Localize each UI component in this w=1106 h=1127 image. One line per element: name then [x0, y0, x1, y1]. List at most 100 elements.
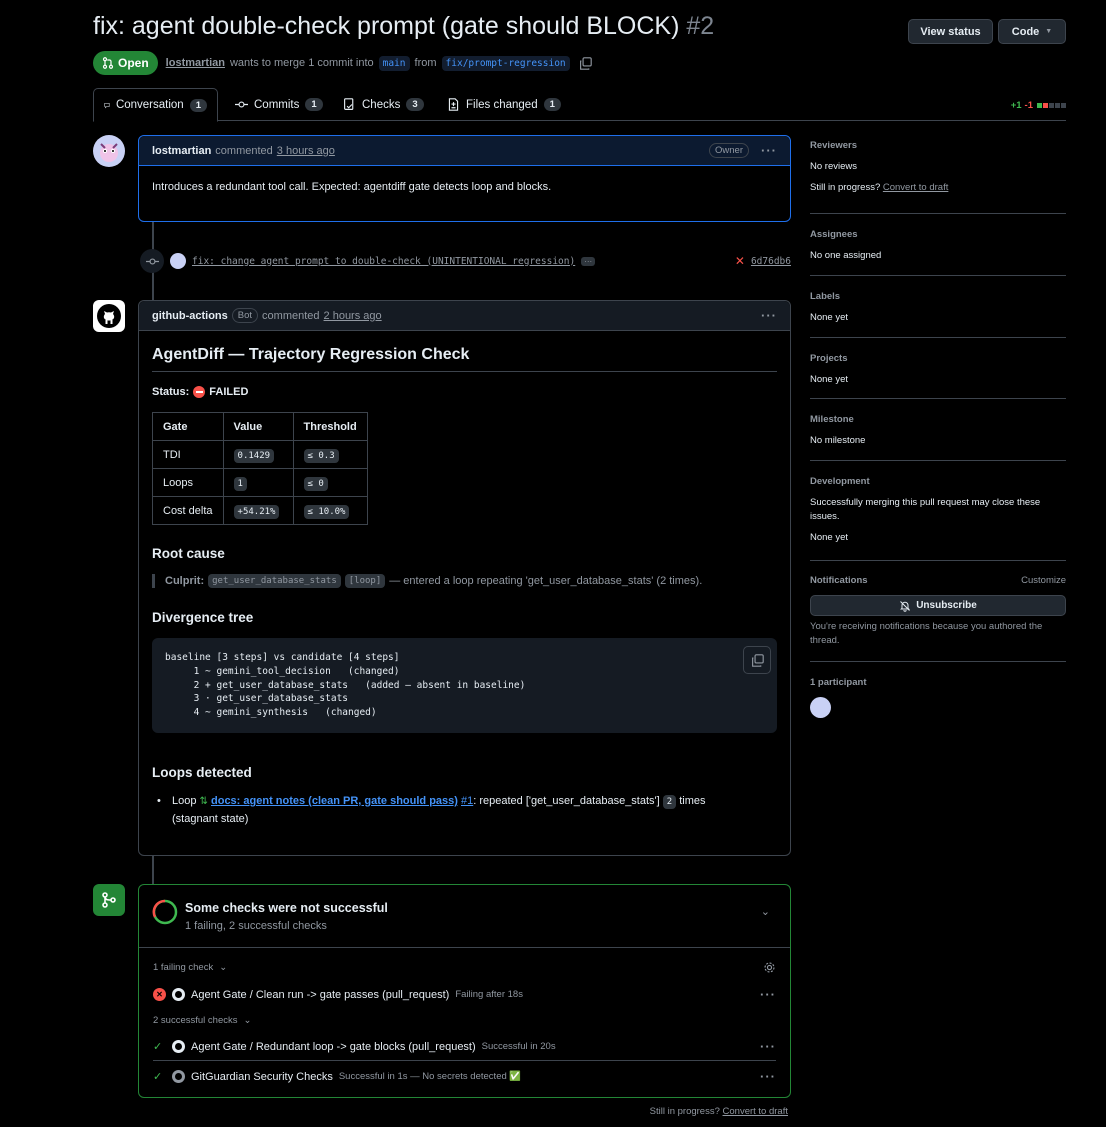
x-icon: ✕	[734, 254, 745, 268]
culprit-tag: [loop]	[344, 574, 386, 588]
status-label: Open	[118, 56, 149, 70]
base-branch[interactable]: main	[378, 55, 410, 71]
commit-sha-link[interactable]: 6d76db6	[751, 256, 791, 267]
loop-text: : repeated ['get_user_database_stats']	[473, 795, 660, 807]
table-cell: TDI	[152, 440, 224, 469]
development-heading[interactable]: Development	[810, 476, 1066, 487]
comment-time[interactable]: 2 hours ago	[324, 310, 382, 322]
view-status-button[interactable]: View status	[908, 19, 993, 44]
github-logo-icon	[97, 304, 121, 328]
table-row: TDI 0.1429 ≤ 0.3	[152, 440, 368, 469]
chevron-down-icon: ⌄	[219, 962, 228, 973]
tab-label: Files changed	[466, 98, 538, 111]
commit-node-icon	[140, 249, 164, 273]
convert-to-draft-link[interactable]: Convert to draft	[723, 1106, 788, 1117]
github-logo-icon	[172, 1040, 185, 1053]
author-link[interactable]: lostmartian	[166, 57, 225, 69]
table-cell: Loops	[152, 468, 224, 497]
table-row: Loops 1 ≤ 0	[152, 468, 368, 497]
avatar[interactable]	[170, 253, 186, 269]
reviewers-section: Reviewers No reviews Still in progress? …	[810, 140, 1066, 214]
tab-checks[interactable]: Checks 3	[333, 88, 434, 121]
commit-message-link[interactable]: fix: change agent prompt to double-check…	[192, 256, 575, 267]
table-header: Threshold	[292, 412, 368, 441]
development-value: Successfully merging this pull request m…	[810, 497, 1041, 522]
tab-count: 1	[543, 98, 561, 111]
labels-value: None yet	[810, 312, 849, 323]
bot-badge: Bot	[231, 308, 259, 323]
tab-conversation[interactable]: Conversation 1	[93, 88, 218, 122]
diff-bar	[1036, 100, 1066, 111]
assignees-heading[interactable]: Assignees	[810, 229, 1066, 240]
github-logo-icon	[172, 988, 185, 1001]
tab-commits[interactable]: Commits 1	[225, 88, 333, 121]
divergence-tree: baseline [3 steps] vs candidate [4 steps…	[165, 652, 526, 719]
comment-header: github-actions Bot commented 2 hours ago…	[139, 301, 790, 331]
comment-card: github-actions Bot commented 2 hours ago…	[138, 300, 791, 856]
reviewers-value: No reviews	[810, 161, 857, 172]
status-label: Status:	[152, 386, 190, 398]
tab-count: 1	[305, 98, 323, 111]
notifications-section: Notifications Customize Unsubscribe You'r…	[810, 575, 1066, 662]
code-block: baseline [3 steps] vs candidate [4 steps…	[152, 638, 777, 733]
development-issues: None yet	[810, 532, 849, 543]
checks-title: Some checks were not successful	[185, 901, 388, 915]
head-branch[interactable]: fix/prompt-regression	[441, 55, 570, 71]
loop-pr-number[interactable]: #1	[461, 795, 473, 807]
comment-time[interactable]: 3 hours ago	[277, 145, 335, 157]
check-item[interactable]: ✕ Agent Gate / Clean run -> gate passes (…	[153, 987, 776, 1002]
success-group-toggle[interactable]: 2 successful checks ⌄	[153, 1015, 776, 1026]
projects-section: Projects None yet	[810, 353, 1066, 399]
table-cell: ≤ 0	[303, 476, 328, 491]
group-label: 1 failing check	[153, 962, 214, 973]
copy-icon[interactable]	[579, 56, 592, 70]
table-header: Gate	[152, 412, 224, 441]
comment-author[interactable]: github-actions	[152, 310, 228, 322]
loops-heading: Loops detected	[152, 765, 252, 780]
github-actions-avatar[interactable]	[93, 300, 125, 332]
milestone-heading[interactable]: Milestone	[810, 414, 1066, 425]
table-cell: ≤ 0.3	[303, 448, 339, 463]
check-item[interactable]: ✓ GitGuardian Security Checks Successful i…	[153, 1069, 776, 1084]
checks-summary[interactable]: Some checks were not successful 1 failin…	[139, 885, 790, 948]
check-icon: ✓	[153, 1071, 163, 1083]
avatar[interactable]	[93, 135, 125, 167]
development-section: Development Successfully merging this pul…	[810, 476, 1066, 561]
table-header-row: Gate Value Threshold	[152, 412, 368, 441]
copy-button[interactable]	[743, 646, 771, 674]
footer-draft-note: Still in progress? Convert to draft	[650, 1106, 788, 1117]
status-ring-icon	[152, 899, 178, 925]
table-cell: 0.1429	[233, 448, 275, 463]
kebab-menu-icon[interactable]: ···	[761, 143, 777, 158]
kebab-menu-icon[interactable]: ···	[761, 308, 777, 323]
merge-icon	[93, 884, 125, 916]
tab-files-changed[interactable]: Files changed 1	[437, 88, 571, 121]
loop-pr-link[interactable]: docs: agent notes (clean PR, gate should…	[211, 795, 458, 807]
check-item[interactable]: ✓ Agent Gate / Redundant loop -> gate blo…	[153, 1039, 776, 1061]
chevron-down-icon[interactable]: ⌄	[761, 905, 770, 918]
view-status-label: View status	[920, 25, 981, 38]
status-badge: Open	[93, 51, 158, 75]
customize-link[interactable]: Customize	[1021, 575, 1066, 586]
comment-author[interactable]: lostmartian	[152, 145, 211, 157]
code-button[interactable]: Code ▼	[998, 19, 1066, 44]
kebab-menu-icon[interactable]: ···	[760, 987, 776, 1002]
convert-to-draft-link[interactable]: Convert to draft	[883, 182, 948, 193]
bell-slash-icon	[900, 600, 911, 612]
comment-verb: commented	[262, 309, 320, 322]
diff-additions: +1	[1010, 100, 1022, 111]
reviewers-heading[interactable]: Reviewers	[810, 140, 1066, 151]
unsubscribe-label: Unsubscribe	[916, 600, 977, 611]
projects-heading[interactable]: Projects	[810, 353, 1066, 364]
unsubscribe-button[interactable]: Unsubscribe	[810, 595, 1066, 616]
checks-subtitle: 1 failing, 2 successful checks	[185, 920, 327, 932]
commit-expand-button[interactable]: ···	[581, 256, 596, 266]
avatar[interactable]	[810, 697, 831, 718]
kebab-menu-icon[interactable]: ···	[760, 1069, 776, 1084]
kebab-menu-icon[interactable]: ···	[760, 1039, 776, 1054]
failing-group-toggle[interactable]: 1 failing check ⌄	[153, 961, 776, 974]
gear-icon[interactable]	[763, 961, 776, 974]
comment-header: lostmartian commented 3 hours ago Owner …	[139, 136, 790, 166]
labels-heading[interactable]: Labels	[810, 291, 1066, 302]
owner-badge: Owner	[709, 143, 749, 158]
